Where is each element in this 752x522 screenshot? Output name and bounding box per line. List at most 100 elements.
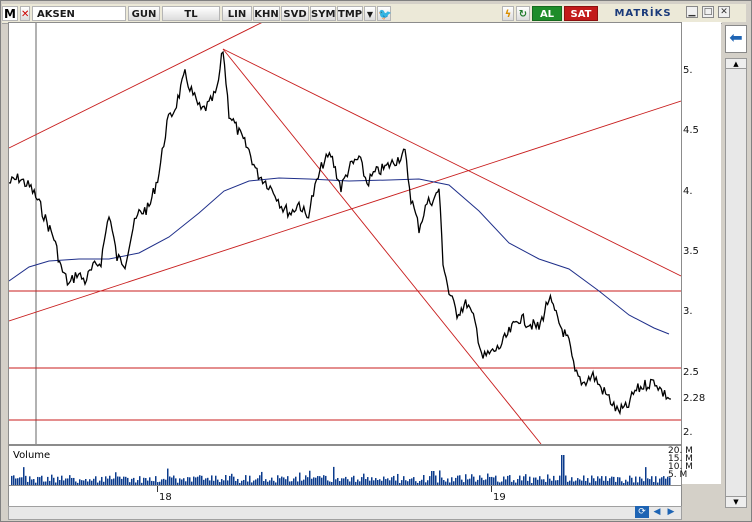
- volume-bar: [317, 476, 319, 485]
- volume-bar: [281, 476, 283, 485]
- volume-bar: [413, 477, 415, 485]
- volume-bar: [635, 476, 637, 485]
- lightning-icon[interactable]: ϟ: [502, 6, 514, 21]
- volume-bar: [305, 475, 307, 485]
- scroll-left-icon[interactable]: ◀: [651, 506, 663, 518]
- volume-bar: [139, 476, 141, 485]
- volume-bar: [23, 467, 25, 485]
- sell-button[interactable]: SAT: [564, 6, 598, 21]
- volume-bar: [199, 475, 201, 485]
- volume-bar: [605, 476, 607, 485]
- volume-bar: [343, 478, 345, 485]
- period-button[interactable]: GUN: [128, 6, 160, 21]
- tmp-button[interactable]: TMP: [337, 6, 363, 21]
- volume-bar: [503, 476, 505, 485]
- close-symbol-icon[interactable]: ✕: [20, 6, 30, 21]
- volume-bar: [495, 475, 497, 485]
- arrow-left-icon[interactable]: ⬅: [725, 25, 747, 53]
- volume-bar: [207, 477, 209, 485]
- scale-button[interactable]: LIN: [222, 6, 252, 21]
- volume-bar: [423, 475, 425, 485]
- volume-bar: [481, 477, 483, 485]
- volume-bar: [435, 475, 437, 485]
- volume-bar: [629, 475, 631, 485]
- volume-bar: [321, 477, 323, 485]
- matriks-logo[interactable]: M: [2, 6, 18, 21]
- volume-bar: [563, 455, 565, 485]
- volume-bar: [19, 477, 21, 485]
- volume-bar: [565, 475, 567, 485]
- volume-bar: [559, 475, 561, 485]
- volume-bar: [493, 477, 495, 485]
- volume-bar: [391, 477, 393, 485]
- scroll-right-icon[interactable]: ▶: [665, 506, 677, 518]
- volume-bar: [491, 476, 493, 485]
- volume-bar: [167, 468, 169, 485]
- volume-bar: [245, 475, 247, 485]
- volume-bar: [611, 476, 613, 485]
- volume-bar: [205, 478, 207, 485]
- volume-bar: [479, 475, 481, 485]
- volume-bar: [397, 473, 399, 485]
- y-tick-label: 2.5: [683, 366, 699, 378]
- volume-bar: [193, 476, 195, 485]
- volume-bar: [591, 475, 593, 485]
- sync-icon[interactable]: ⟳: [635, 506, 649, 518]
- volume-bar: [519, 475, 521, 485]
- scroll-down-icon[interactable]: ▼: [725, 496, 747, 508]
- y-tick-label: 4.5: [683, 125, 699, 137]
- currency-button[interactable]: TL: [162, 6, 220, 21]
- volume-bar: [647, 478, 649, 485]
- volume-bar: [229, 475, 231, 485]
- volume-bar: [295, 476, 297, 485]
- volume-bar: [431, 471, 433, 485]
- sym-button[interactable]: SYM: [310, 6, 336, 21]
- volume-bar: [149, 477, 151, 485]
- volume-bar: [353, 475, 355, 485]
- volume-bar: [617, 477, 619, 485]
- volume-bar: [101, 476, 103, 485]
- svd-button[interactable]: SVD: [281, 6, 309, 21]
- upper-channel-trendline: [8, 17, 272, 149]
- moving-average-line: [8, 177, 670, 335]
- volume-bar: [259, 475, 261, 485]
- volume-bar: [601, 476, 603, 485]
- volume-bar: [433, 471, 435, 485]
- buy-button[interactable]: AL: [532, 6, 562, 21]
- khn-button[interactable]: KHN: [253, 6, 280, 21]
- price-chart-area[interactable]: [8, 17, 682, 445]
- volume-bar: [37, 476, 39, 485]
- vertical-scrollbar[interactable]: [725, 68, 747, 498]
- volume-bar: [375, 478, 377, 485]
- minimize-button[interactable]: ▁: [686, 6, 698, 18]
- volume-bar: [631, 477, 633, 485]
- twitter-icon[interactable]: 🐦: [377, 6, 392, 21]
- volume-bar: [249, 475, 251, 485]
- volume-bar: [127, 477, 129, 485]
- symbol-field[interactable]: AKSEN: [32, 6, 126, 21]
- volume-bar: [277, 475, 279, 485]
- maximize-button[interactable]: □: [702, 6, 714, 18]
- y-tick-label: 2.: [683, 427, 693, 438]
- volume-bar: [441, 477, 443, 485]
- refresh-icon[interactable]: ↻: [516, 6, 530, 21]
- volume-bar: [471, 474, 473, 485]
- volume-bar: [69, 475, 71, 485]
- x-tick-19: 19: [493, 492, 506, 503]
- descending-resistance-trendline: [222, 48, 682, 277]
- volume-bar: [29, 476, 31, 485]
- close-window-button[interactable]: ✕: [718, 6, 730, 18]
- volume-bar: [287, 476, 289, 485]
- volume-bar: [429, 476, 431, 485]
- volume-bar: [639, 476, 641, 485]
- volume-bar: [53, 477, 55, 485]
- volume-bar: [109, 475, 111, 485]
- volume-panel[interactable]: Volume: [8, 445, 682, 486]
- volume-bar: [609, 478, 611, 485]
- volume-bar: [13, 475, 15, 485]
- volume-bar: [183, 478, 185, 485]
- volume-bar: [175, 478, 177, 485]
- horizontal-scrollbar[interactable]: ⟳ ◀ ▶: [8, 506, 682, 520]
- template-dropdown-icon[interactable]: ▼: [364, 6, 376, 21]
- y-tick-label: 3.: [683, 306, 693, 318]
